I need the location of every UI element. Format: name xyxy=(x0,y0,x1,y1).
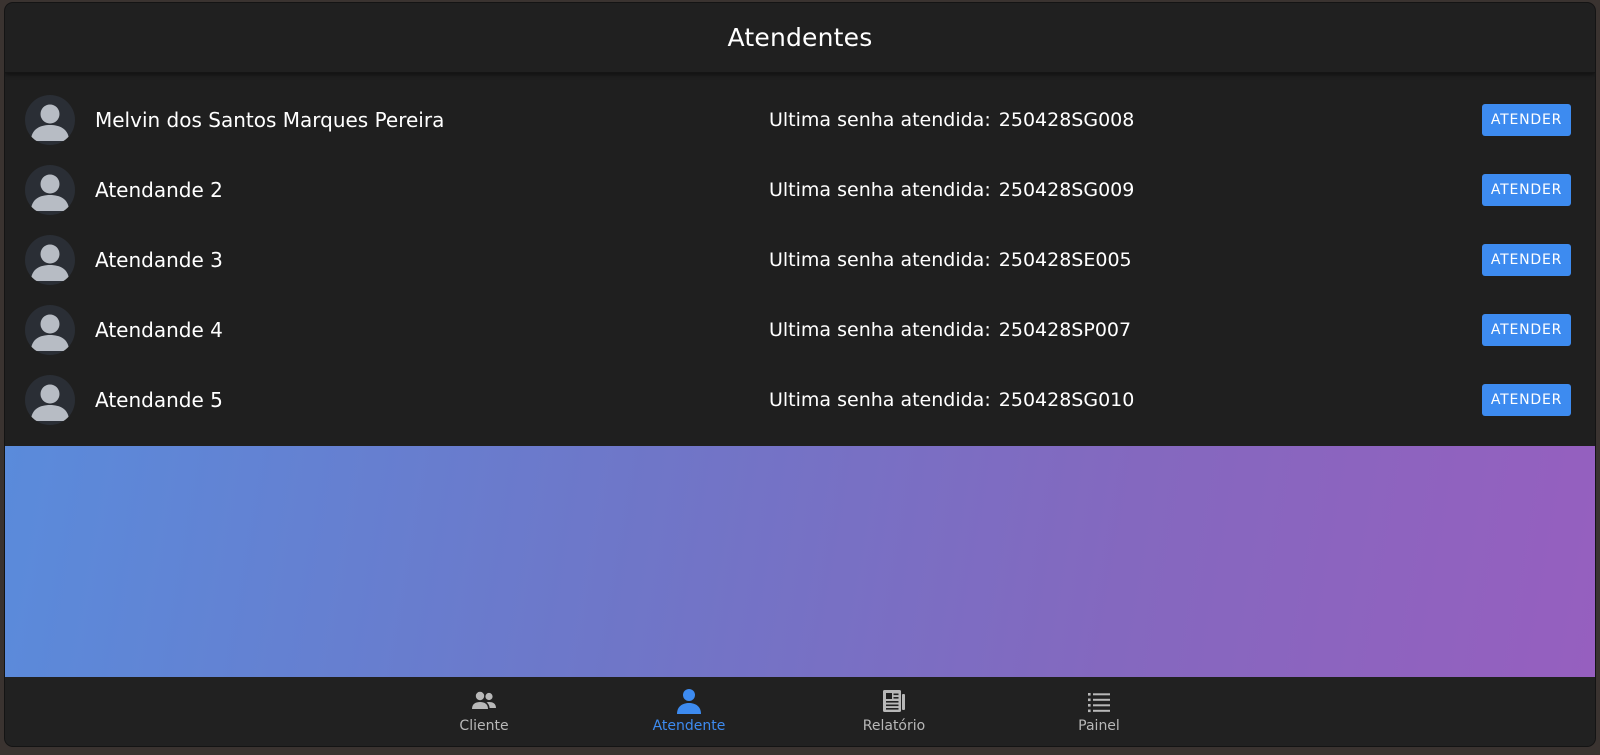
last-ticket: Ultima senha atendida: 250428SE005 xyxy=(769,249,1132,271)
nav-label: Relatório xyxy=(862,718,926,734)
atender-button[interactable]: ATENDER xyxy=(1482,244,1571,276)
person-placeholder-icon xyxy=(31,314,69,351)
nav-label: Atendente xyxy=(652,718,726,734)
atender-button[interactable]: ATENDER xyxy=(1482,384,1571,416)
atender-button[interactable]: ATENDER xyxy=(1482,104,1571,136)
avatar xyxy=(25,375,75,425)
gradient-background xyxy=(5,446,1595,677)
person-placeholder-icon xyxy=(31,174,69,211)
avatar xyxy=(25,235,75,285)
app-header: Atendentes xyxy=(5,3,1595,73)
attendant-name: Atendande 3 xyxy=(95,248,223,272)
avatar xyxy=(25,165,75,215)
last-ticket: Ultima senha atendida: 250428SG009 xyxy=(769,179,1134,201)
nav-item-painel[interactable]: Painel xyxy=(1039,687,1159,734)
last-ticket-value: 250428SG009 xyxy=(998,179,1135,201)
last-ticket-label: Ultima senha atendida: xyxy=(769,249,991,271)
list-icon xyxy=(1088,693,1110,713)
people-icon xyxy=(472,691,496,709)
nav-item-atendente[interactable]: Atendente xyxy=(629,687,749,734)
list-item: Melvin dos Santos Marques Pereira Ultima… xyxy=(5,85,1595,155)
avatar xyxy=(25,305,75,355)
nav-label: Painel xyxy=(1078,718,1120,734)
atender-button[interactable]: ATENDER xyxy=(1482,174,1571,206)
last-ticket: Ultima senha atendida: 250428SP007 xyxy=(769,319,1131,341)
last-ticket-label: Ultima senha atendida: xyxy=(769,109,991,131)
list-item: Atendande 5 Ultima senha atendida: 25042… xyxy=(5,365,1595,435)
app-window: Atendentes Melvin dos Santos Marques Per… xyxy=(5,3,1595,746)
bottom-navigation: Cliente Atendente Relatório Painel xyxy=(5,677,1595,746)
last-ticket: Ultima senha atendida: 250428SG008 xyxy=(769,109,1134,131)
person-placeholder-icon xyxy=(31,104,69,141)
attendant-name: Atendande 2 xyxy=(95,178,223,202)
last-ticket-label: Ultima senha atendida: xyxy=(769,389,991,411)
page-title: Atendentes xyxy=(727,23,873,52)
nav-label: Cliente xyxy=(459,718,509,734)
last-ticket-value: 250428SG010 xyxy=(998,389,1135,411)
list-item: Atendande 3 Ultima senha atendida: 25042… xyxy=(5,225,1595,295)
attendant-name: Atendande 5 xyxy=(95,388,223,412)
list-item: Atendande 2 Ultima senha atendida: 25042… xyxy=(5,155,1595,225)
last-ticket-value: 250428SG008 xyxy=(998,109,1135,131)
last-ticket: Ultima senha atendida: 250428SG010 xyxy=(769,389,1134,411)
last-ticket-label: Ultima senha atendida: xyxy=(769,319,991,341)
attendant-name: Atendande 4 xyxy=(95,318,223,342)
person-placeholder-icon xyxy=(31,384,69,421)
list-item: Atendande 4 Ultima senha atendida: 25042… xyxy=(5,295,1595,365)
nav-item-relatorio[interactable]: Relatório xyxy=(834,687,954,734)
avatar xyxy=(25,95,75,145)
newspaper-icon xyxy=(883,690,905,712)
attendant-name: Melvin dos Santos Marques Pereira xyxy=(95,108,445,132)
nav-item-cliente[interactable]: Cliente xyxy=(424,687,544,734)
atender-button[interactable]: ATENDER xyxy=(1482,314,1571,346)
last-ticket-label: Ultima senha atendida: xyxy=(769,179,991,201)
attendant-list: Melvin dos Santos Marques Pereira Ultima… xyxy=(5,85,1595,435)
last-ticket-value: 250428SP007 xyxy=(998,319,1132,341)
person-icon xyxy=(677,689,701,714)
person-placeholder-icon xyxy=(31,244,69,281)
last-ticket-value: 250428SE005 xyxy=(998,249,1132,271)
